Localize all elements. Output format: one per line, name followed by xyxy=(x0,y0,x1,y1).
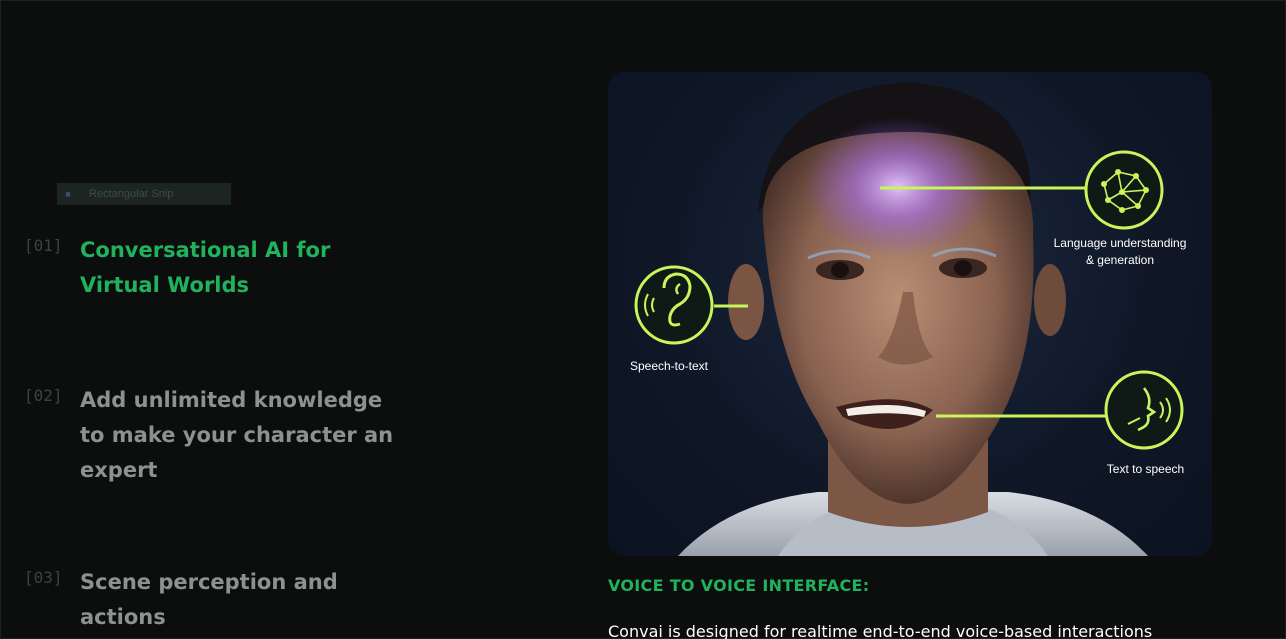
scissors-icon: ■ xyxy=(65,189,71,199)
feature-number: [01] xyxy=(24,236,63,255)
ear-icon xyxy=(634,265,714,345)
callout-label-language-line2: & generation xyxy=(1085,253,1155,267)
feature-number: [03] xyxy=(24,568,63,587)
feature-title[interactable]: Scene perception and actions xyxy=(80,565,410,635)
feature-title[interactable]: Conversational AI for Virtual Worlds xyxy=(80,233,410,303)
feature-title[interactable]: Add unlimited knowledge to make your cha… xyxy=(80,383,410,488)
feature-item-01[interactable]: [01] Conversational AI for Virtual World… xyxy=(24,233,424,303)
callout-label-text-to-speech: Text to speech xyxy=(1106,462,1185,476)
hero-image: Language understanding & generation Spee… xyxy=(608,72,1212,556)
section-body: Convai is designed for realtime end-to-e… xyxy=(608,622,1153,639)
snip-tooltip: ■ Rectangular Snip xyxy=(57,183,231,205)
feature-number: [02] xyxy=(24,386,63,405)
section-heading: VOICE TO VOICE INTERFACE: xyxy=(608,576,870,595)
neural-network-icon xyxy=(1084,150,1164,230)
feature-item-02[interactable]: [02] Add unlimited knowledge to make you… xyxy=(24,383,424,488)
snip-tooltip-label: Rectangular Snip xyxy=(89,188,174,200)
callout-label-language: Language understanding & generation xyxy=(1040,235,1200,269)
speaking-head-icon xyxy=(1104,370,1184,450)
callout-label-speech-to-text: Speech-to-text xyxy=(629,359,709,373)
character-illustration xyxy=(634,82,1184,556)
feature-item-03[interactable]: [03] Scene perception and actions xyxy=(24,565,424,635)
callout-label-language-line1: Language understanding xyxy=(1053,236,1187,250)
